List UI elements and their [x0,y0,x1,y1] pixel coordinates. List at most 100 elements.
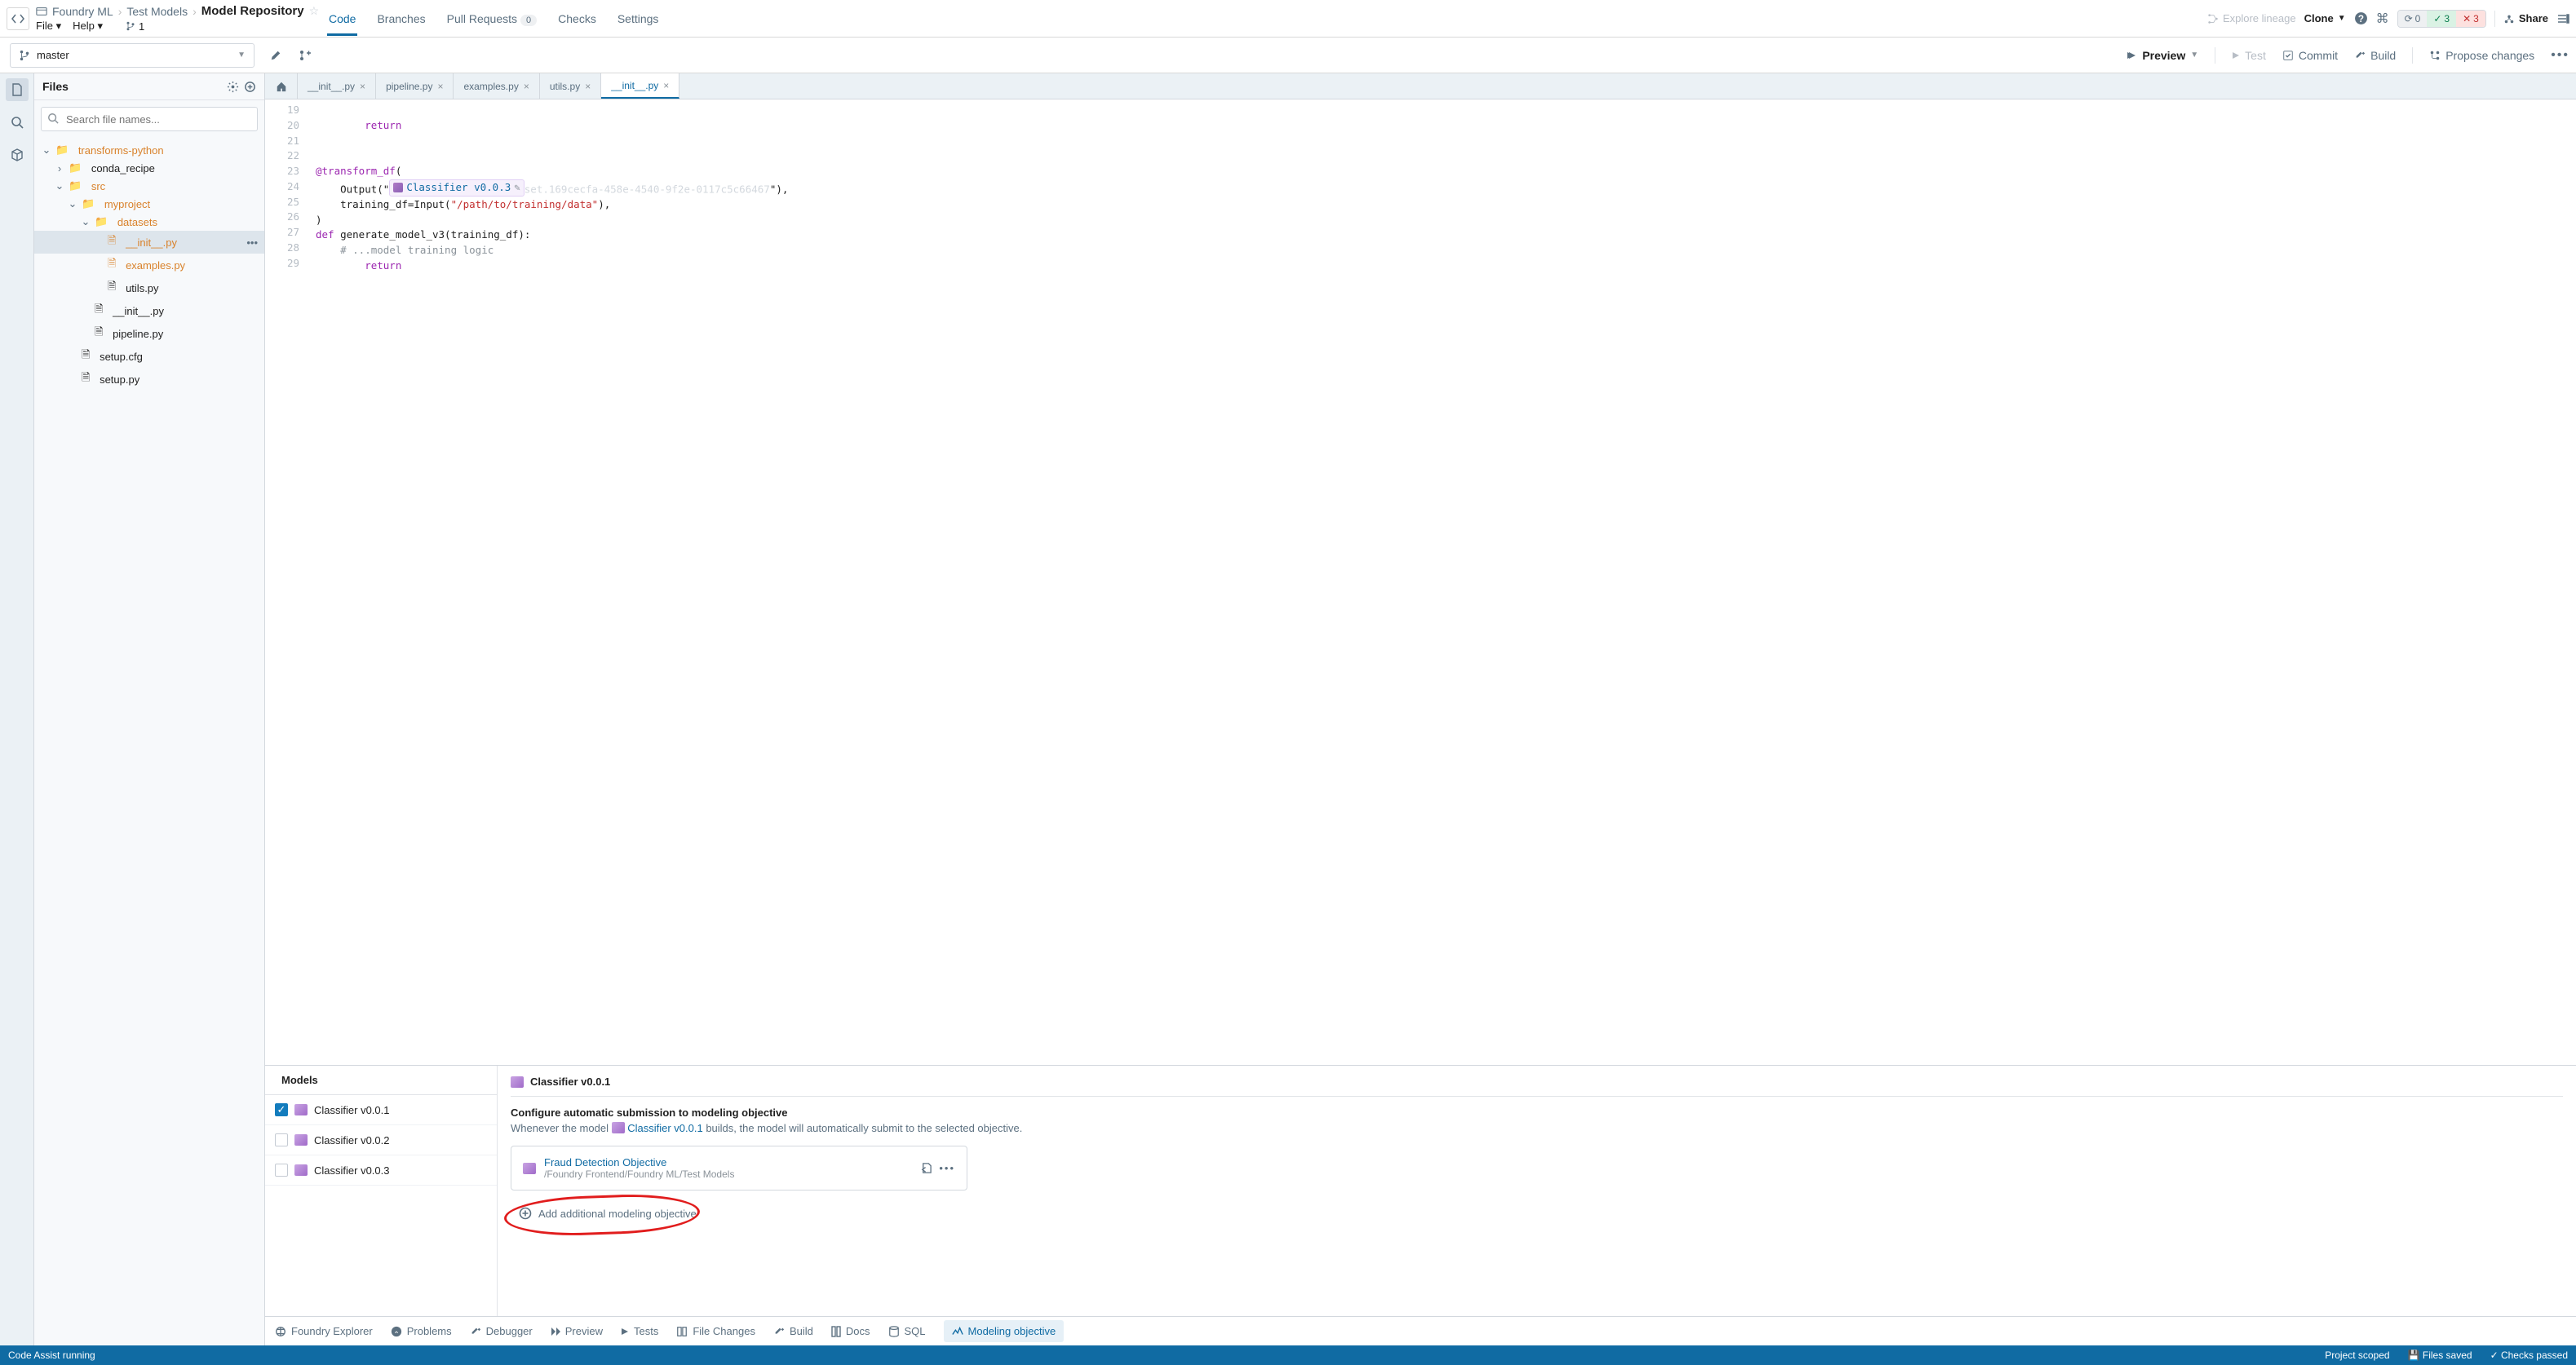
commit-button[interactable]: Commit [2282,49,2338,62]
help-icon[interactable]: ? [2354,11,2368,25]
status-pills: ⟳ 0 ✓ 3 ✕ 3 [2397,10,2486,28]
objective-more-icon[interactable]: ••• [939,1162,955,1174]
bc-repo[interactable]: Model Repository [201,4,304,18]
tree-folder[interactable]: ›📁 conda_recipe [34,159,264,177]
tree-file[interactable]: 🗎 setup.py [34,368,264,391]
bt-preview[interactable]: Preview [551,1325,603,1337]
tree-folder[interactable]: ⌄📁 transforms-python [34,141,264,159]
editor-tab[interactable]: examples.py× [454,73,539,99]
build-button[interactable]: Build [2354,49,2396,62]
tree-folder[interactable]: ⌄📁 myproject [34,195,264,213]
open-objective-icon[interactable] [920,1162,932,1174]
model-checkbox[interactable]: ✓ [275,1103,288,1116]
editor-tab[interactable]: utils.py× [540,73,601,99]
tree-file[interactable]: 🗎 __init__.py••• [34,231,264,254]
gear-icon[interactable] [227,81,239,93]
close-icon[interactable]: × [585,81,591,92]
objective-name[interactable]: Fraud Detection Objective [544,1156,912,1168]
file-actions-icon[interactable]: ••• [246,236,258,249]
objective-card: Fraud Detection Objective /Foundry Front… [511,1146,967,1191]
bt-docs[interactable]: Docs [831,1325,870,1337]
bt-tests[interactable]: Tests [621,1325,658,1337]
bc-workspace[interactable]: Foundry ML [52,5,113,18]
tab-checks[interactable]: Checks [556,2,598,35]
panel-toggle-icon[interactable] [2556,13,2569,24]
model-checkbox[interactable] [275,1133,288,1146]
tab-branches[interactable]: Branches [375,2,427,35]
model-icon [294,1134,308,1146]
editor-tab[interactable]: pipeline.py× [376,73,454,99]
bt-changes[interactable]: File Changes [676,1325,755,1337]
bt-sql[interactable]: SQL [888,1325,926,1337]
tree-file[interactable]: 🗎 utils.py [34,276,264,299]
explore-lineage-button[interactable]: Explore lineage [2207,12,2296,24]
share-button[interactable]: Share [2503,12,2548,24]
rail-files-icon[interactable] [6,78,29,101]
detail-title: Classifier v0.0.1 [530,1076,610,1088]
edit-icon[interactable] [264,44,287,67]
sync-pill[interactable]: ⟳ 0 [2398,11,2428,27]
tab-code[interactable]: Code [327,2,357,35]
status-assist: Code Assist running [8,1350,95,1361]
model-row[interactable]: ✓ Classifier v0.0.1 [265,1095,497,1125]
app-icon [7,7,29,30]
branch-count[interactable]: 1 [126,20,144,33]
status-scope[interactable]: Project scoped [2325,1350,2389,1361]
bc-project[interactable]: Test Models [126,5,188,18]
model-icon [511,1076,524,1088]
bt-problems[interactable]: Problems [391,1325,452,1337]
bt-build[interactable]: Build [773,1325,813,1337]
files-title: Files [42,80,69,93]
add-file-icon[interactable] [244,81,256,93]
breadcrumb[interactable]: Foundry ML › Test Models › Model Reposit… [36,4,319,18]
test-button[interactable]: Test [2232,49,2266,62]
tree-file[interactable]: 🗎 __init__.py [34,299,264,322]
tree-file[interactable]: 🗎 examples.py [34,254,264,276]
rail-package-icon[interactable] [6,144,29,166]
editor-tab[interactable]: __init__.py× [601,73,679,99]
search-icon [47,113,59,124]
tree-file[interactable]: 🗎 setup.cfg [34,345,264,368]
status-checks[interactable]: ✓ Checks passed [2490,1350,2568,1361]
tree-folder[interactable]: ⌄📁 src [34,177,264,195]
help-menu[interactable]: Help ▾ [73,20,103,33]
file-menu[interactable]: File ▾ [36,20,61,33]
bt-modeling[interactable]: Modeling objective [944,1320,1064,1342]
tab-pulls[interactable]: Pull Requests0 [445,2,539,35]
config-subtext: Whenever the model Classifier v0.0.1 bui… [511,1122,2563,1134]
add-objective-button[interactable]: Add additional modeling objective [511,1202,705,1225]
fail-pill[interactable]: ✕ 3 [2456,11,2485,27]
tab-settings[interactable]: Settings [616,2,661,35]
propose-changes-button[interactable]: Propose changes [2429,49,2534,62]
branch-plus-icon[interactable] [294,44,316,67]
star-icon[interactable]: ☆ [309,4,320,18]
close-icon[interactable]: × [360,81,365,92]
bt-debugger[interactable]: Debugger [470,1325,533,1337]
model-checkbox[interactable] [275,1164,288,1177]
model-icon [294,1104,308,1115]
bt-explorer[interactable]: Foundry Explorer [275,1325,373,1337]
models-header: Models [281,1074,318,1086]
model-chip-icon [393,183,403,192]
branch-selector[interactable]: master ▼ [10,43,255,68]
status-saved[interactable]: 💾 Files saved [2408,1350,2472,1361]
model-icon [294,1164,308,1176]
home-tab-icon[interactable] [265,73,298,99]
close-icon[interactable]: × [663,80,669,91]
close-icon[interactable]: × [437,81,443,92]
pass-pill[interactable]: ✓ 3 [2427,11,2456,27]
svg-text:?: ? [2358,14,2364,24]
rail-search-icon[interactable] [6,111,29,134]
keyboard-shortcuts-icon[interactable]: ⌘ [2376,11,2389,27]
search-files-input[interactable] [41,107,258,131]
close-icon[interactable]: × [524,81,529,92]
tree-folder[interactable]: ⌄📁 datasets [34,213,264,231]
model-row[interactable]: Classifier v0.0.3 [265,1155,497,1186]
clone-button[interactable]: Clone ▼ [2304,12,2346,24]
code-editor[interactable]: 1920212223242526272829 return @transform… [265,99,2576,1065]
model-row[interactable]: Classifier v0.0.2 [265,1125,497,1155]
preview-button[interactable]: Preview ▼ [2127,49,2198,62]
editor-tab[interactable]: __init__.py× [298,73,376,99]
tree-file[interactable]: 🗎 pipeline.py [34,322,264,345]
more-icon[interactable]: ••• [2551,48,2569,63]
